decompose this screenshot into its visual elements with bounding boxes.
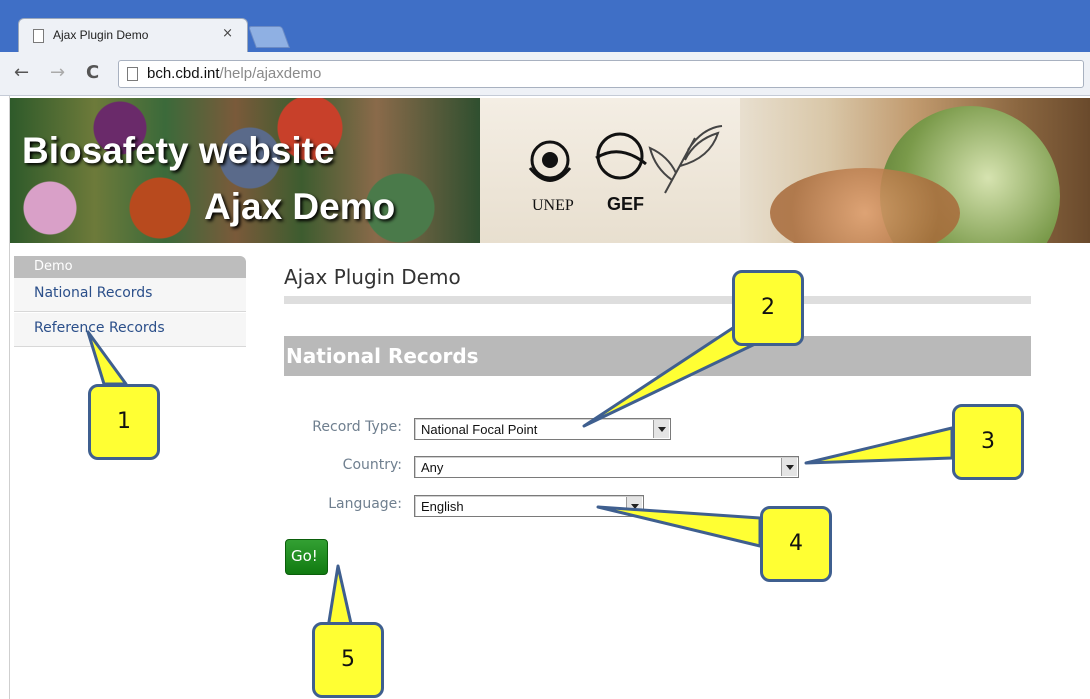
record-type-value: National Focal Point xyxy=(421,422,538,437)
reload-icon[interactable]: C xyxy=(86,62,99,83)
page-icon xyxy=(33,29,44,43)
country-label: Country: xyxy=(342,457,402,473)
callout-2: 2 xyxy=(732,270,804,346)
page-title: Ajax Plugin Demo xyxy=(284,265,461,289)
partner-logos: UNEP GEF xyxy=(528,125,723,214)
record-type-select[interactable]: National Focal Point xyxy=(414,418,671,440)
chevron-down-icon[interactable] xyxy=(653,420,669,438)
callout-number: 3 xyxy=(981,429,995,454)
unep-label: UNEP xyxy=(532,197,574,214)
callout-4: 4 xyxy=(760,506,832,582)
go-button[interactable]: Go! xyxy=(285,539,328,575)
language-label: Language: xyxy=(328,496,402,512)
callout-number: 2 xyxy=(761,295,775,320)
sidebar-item-label: National Records xyxy=(34,285,153,301)
cbd-leaf-logo-icon xyxy=(648,125,723,194)
tab-title: Ajax Plugin Demo xyxy=(53,28,149,42)
chevron-down-icon[interactable] xyxy=(626,497,642,515)
title-divider xyxy=(284,296,1031,304)
callout-number: 4 xyxy=(789,531,803,556)
url-host: bch.cbd.int xyxy=(147,65,220,82)
callout-number: 1 xyxy=(117,409,131,434)
gef-label: GEF xyxy=(607,194,644,214)
sidebar-heading: Demo xyxy=(14,256,246,278)
go-button-label: Go! xyxy=(291,547,318,565)
back-arrow-icon[interactable]: ← xyxy=(14,62,29,83)
country-select[interactable]: Any xyxy=(414,456,799,478)
gef-logo-icon xyxy=(595,132,647,180)
chevron-down-icon[interactable] xyxy=(781,458,797,476)
country-value: Any xyxy=(421,460,444,475)
language-value: English xyxy=(421,499,464,514)
page-icon xyxy=(127,67,138,81)
section-title: National Records xyxy=(286,344,479,368)
callout-5: 5 xyxy=(312,622,384,698)
banner-title-line1: Biosafety website xyxy=(22,130,335,171)
url-path: /help/ajaxdemo xyxy=(219,65,322,82)
address-bar[interactable]: bch.cbd.int/help/ajaxdemo xyxy=(118,60,1084,88)
callout-number: 5 xyxy=(341,647,355,672)
language-select[interactable]: English xyxy=(414,495,644,517)
forward-arrow-icon[interactable]: → xyxy=(50,62,65,83)
close-tab-icon[interactable]: × xyxy=(222,26,233,41)
unep-logo-icon xyxy=(528,140,572,182)
browser-tab[interactable]: Ajax Plugin Demo × xyxy=(18,18,248,52)
callout-3: 3 xyxy=(952,404,1024,480)
sidebar-item-national-records[interactable]: National Records xyxy=(14,278,246,312)
sidebar-item-label: Reference Records xyxy=(34,320,165,336)
sidebar-heading-label: Demo xyxy=(34,259,73,274)
section-header: National Records xyxy=(284,336,1031,376)
banner-logo-panel: UNEP GEF xyxy=(480,98,740,243)
site-banner: UNEP GEF Biosafety website Ajax Demo xyxy=(10,98,1090,243)
banner-title-line2: Ajax Demo xyxy=(204,186,396,227)
callout-1: 1 xyxy=(88,384,160,460)
url-text: bch.cbd.int/help/ajaxdemo xyxy=(147,65,321,82)
sidebar-item-reference-records[interactable]: Reference Records xyxy=(14,313,246,347)
record-type-label: Record Type: xyxy=(312,419,402,435)
